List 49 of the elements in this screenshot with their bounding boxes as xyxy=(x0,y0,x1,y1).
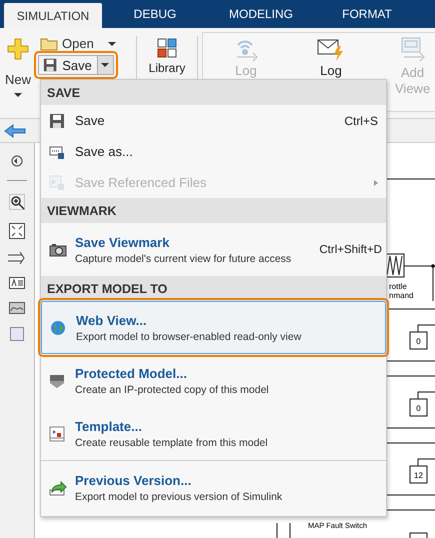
caret-icon[interactable] xyxy=(14,93,22,97)
text-box-icon[interactable] xyxy=(9,277,25,289)
fit-view-icon[interactable] xyxy=(9,223,25,239)
section-header: SAVE xyxy=(41,80,386,105)
constant-block xyxy=(410,466,428,484)
zoom-in-icon[interactable] xyxy=(9,194,25,210)
block-label: nmand xyxy=(389,291,414,300)
menu-item[interactable]: Protected Model... Create an IP-protected copy of this model xyxy=(41,354,386,407)
shield-icon xyxy=(49,372,65,388)
constant-value: 0 xyxy=(416,404,421,413)
square-icon[interactable] xyxy=(10,327,24,341)
submenu-arrow-icon xyxy=(374,180,378,186)
back-arrow-icon[interactable] xyxy=(4,124,26,138)
menu-item[interactable]: Template... Create reusable template from this model xyxy=(41,407,386,460)
save-as-icon xyxy=(49,144,65,160)
tool-label[interactable]: Log xyxy=(320,63,342,78)
camera-icon xyxy=(49,242,67,256)
constant-value: 0 xyxy=(416,337,421,346)
constant-value: 12 xyxy=(414,471,423,480)
menu-item[interactable]: Web View... Export model to browser-enabled read-only view xyxy=(41,301,386,354)
referenced-files-icon xyxy=(49,174,65,190)
image-icon[interactable] xyxy=(9,302,25,314)
constant-block xyxy=(410,398,428,416)
menu-item[interactable]: Save Ctrl+S xyxy=(41,105,386,136)
save-label: Save xyxy=(62,58,92,72)
ribbon-tab[interactable]: SIMULATION xyxy=(4,3,102,28)
menu-item[interactable]: Previous Version... Export model to previous version of Simulink xyxy=(41,461,386,514)
section-header: EXPORT MODEL TO xyxy=(41,276,386,301)
template-icon xyxy=(49,426,65,442)
signal-line xyxy=(276,522,290,538)
caret-icon[interactable] xyxy=(108,42,116,46)
section-header: VIEWMARK xyxy=(41,198,386,223)
ribbon-tab[interactable]: FORMAT xyxy=(314,0,420,28)
junction-dot xyxy=(431,264,435,268)
globe-icon xyxy=(50,320,66,336)
envelope-lightning-icon[interactable] xyxy=(317,37,345,61)
ribbon-tab[interactable]: DEBUG xyxy=(102,0,208,28)
library-label[interactable]: Library xyxy=(148,61,186,75)
ribbon-tab[interactable]: MODELING xyxy=(208,0,314,28)
new-button[interactable]: New xyxy=(4,64,31,89)
menu-item[interactable]: Save Viewmark Capture model's current view for future access Ctrl+Shift+D xyxy=(41,223,386,276)
menu-item[interactable]: Save as... xyxy=(41,136,386,167)
constant-block xyxy=(410,332,428,350)
curved-arrow-icon xyxy=(49,480,67,496)
arrows-icon[interactable] xyxy=(8,252,26,264)
open-button[interactable]: Open xyxy=(62,36,94,51)
block-label: rottle xyxy=(389,282,407,291)
library-icon[interactable] xyxy=(157,38,177,58)
folder-icon[interactable] xyxy=(40,36,58,50)
